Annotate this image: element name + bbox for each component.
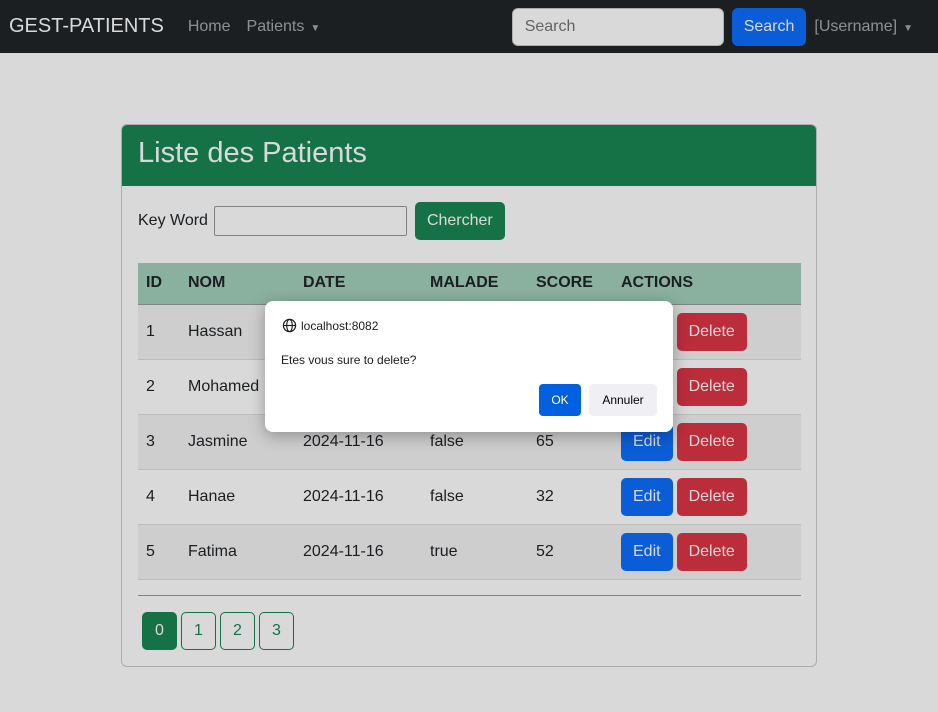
confirm-dialog: localhost:8082 Etes vous sure to delete?…: [265, 301, 673, 432]
globe-icon: [282, 318, 297, 333]
dialog-message: Etes vous sure to delete?: [281, 353, 417, 367]
cancel-button[interactable]: Annuler: [589, 384, 657, 416]
ok-button[interactable]: OK: [539, 384, 581, 416]
dialog-origin: localhost:8082: [301, 318, 379, 333]
